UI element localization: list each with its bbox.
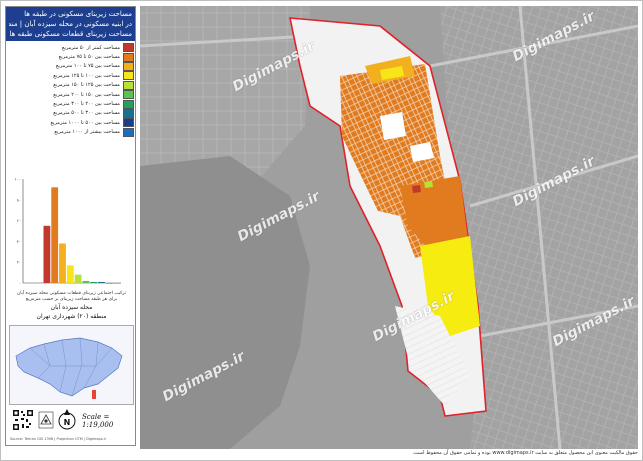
minimap-svg bbox=[15, 337, 123, 399]
legend-swatch bbox=[123, 80, 134, 90]
neighborhood-marker bbox=[92, 390, 96, 399]
legend-label: مساحت کمتر از ۵۰ مترمربع bbox=[61, 44, 120, 51]
scale-label: Scale = 1:19,000 bbox=[82, 413, 114, 429]
legend-item: مساحت کمتر از ۵۰ مترمربع bbox=[9, 43, 134, 53]
legend-swatch bbox=[123, 108, 134, 118]
legend-title: مساحت زیربنای قطعات مسکونی طبقه ها bbox=[9, 30, 132, 38]
svg-text:N: N bbox=[64, 418, 71, 427]
legend-swatch bbox=[123, 52, 134, 62]
bar-chart-svg: ۱۰۰ ۸۰ ۶۰ ۴۰ ۲۰ ۰ bbox=[15, 177, 121, 286]
legend-item: مساحت بین ۵۰۰ تا ۱۰۰۰ مترمربع bbox=[9, 118, 134, 128]
chart-bar bbox=[66, 265, 74, 283]
legend: مساحت کمتر از ۵۰ مترمربع مساحت بین ۵۰ تا … bbox=[9, 43, 134, 137]
panel-title-line2: در ابنیه مسکونی در محله سیزده آبان | منط… bbox=[9, 20, 132, 28]
digimaps-logo-icon bbox=[38, 411, 54, 429]
legend-item: مساحت بین ۱۲۵ تا ۱۵۰ مترمربع bbox=[9, 80, 134, 90]
map-area[interactable]: Digimaps.ir Digimaps.ir Digimaps.ir Digi… bbox=[139, 5, 639, 450]
chart-bar bbox=[59, 243, 66, 283]
legend-swatch bbox=[123, 118, 134, 128]
chart-bar bbox=[74, 274, 82, 283]
legend-item: مساحت بین ۷۵ تا ۱۰۰ مترمربع bbox=[9, 61, 134, 71]
legend-swatch bbox=[123, 43, 134, 53]
legend-swatch bbox=[123, 61, 134, 71]
legend-item: مساحت بین ۳۰۰ تا ۵۰۰ مترمربع bbox=[9, 108, 134, 118]
legend-label: مساحت بین ۱۲۵ تا ۱۵۰ مترمربع bbox=[53, 82, 120, 89]
y-tick-label: ۲۰ bbox=[17, 260, 21, 265]
legend-item: مساحت بین ۱۰۰ تا ۱۲۵ مترمربع bbox=[9, 71, 134, 81]
parcels-small-red bbox=[412, 185, 421, 193]
qr-code-icon bbox=[12, 409, 34, 431]
legend-item: مساحت بین ۱۵۰ تا ۲۰۰ مترمربع bbox=[9, 90, 134, 100]
legend-label: مساحت بین ۵۰۰ تا ۱۰۰۰ مترمربع bbox=[50, 119, 121, 126]
legend-label: مساحت بیشتر از ۱۰۰۰ مترمربع bbox=[54, 129, 120, 136]
chart-bar bbox=[51, 187, 59, 283]
legend-label: مساحت بین ۵۰ تا ۷۵ مترمربع bbox=[58, 54, 120, 61]
map-svg bbox=[139, 5, 639, 450]
legend-label: مساحت بین ۷۵ تا ۱۰۰ مترمربع bbox=[55, 63, 120, 70]
panel-title-line1: مساحت زیربنای مسکونی در طبقه ها bbox=[24, 10, 132, 18]
y-tick-label: ۰ bbox=[19, 281, 21, 286]
chart-bar bbox=[98, 281, 105, 283]
neighborhood-name: محله سیزده آبان bbox=[50, 304, 93, 311]
legend-item: مساحت بین ۵۰ تا ۷۵ مترمربع bbox=[9, 52, 134, 62]
y-tick-label: ۶۰ bbox=[17, 218, 21, 223]
legend-swatch bbox=[123, 90, 134, 100]
north-arrow-icon: N bbox=[58, 409, 76, 430]
legend-item: مساحت بیشتر از ۱۰۰۰ مترمربع bbox=[9, 127, 134, 137]
legend-panel: مساحت زیربنای مسکونی در طبقه ها در ابنیه… bbox=[5, 6, 136, 446]
parcels-small-lime bbox=[424, 181, 433, 188]
y-tick-label: ۴۰ bbox=[17, 239, 21, 244]
legend-swatch bbox=[123, 127, 134, 137]
chart-bar bbox=[82, 280, 90, 283]
legend-label: مساحت بین ۱۰۰ تا ۱۲۵ مترمربع bbox=[53, 72, 120, 79]
bar-chart: ۱۰۰ ۸۰ ۶۰ ۴۰ ۲۰ ۰ bbox=[9, 173, 134, 293]
legend-label: مساحت بین ۲۰۰ تا ۳۰۰ مترمربع bbox=[53, 101, 120, 108]
legend-swatch bbox=[123, 71, 134, 81]
locator-minimap bbox=[9, 325, 134, 405]
y-tick-label: ۸۰ bbox=[17, 197, 21, 202]
legend-label: مساحت بین ۱۵۰ تا ۲۰۰ مترمربع bbox=[53, 91, 120, 98]
tehran-outline bbox=[15, 337, 123, 397]
district-name: منطقه (۲۰) شهرداری تهران bbox=[36, 313, 107, 320]
legend-item: مساحت بین ۲۰۰ تا ۳۰۰ مترمربع bbox=[9, 99, 134, 109]
chart-bar bbox=[90, 281, 98, 283]
y-tick-label: ۱۰۰ bbox=[15, 177, 21, 182]
copyright-footer: حقوق مالکیت معنوی این محصول متعلق به سای… bbox=[412, 450, 638, 456]
chart-bar bbox=[43, 225, 51, 283]
chart-caption: ترکیب اجتماعی زیربنای قطعات مسکونی محله … bbox=[9, 291, 134, 303]
neighborhood-label: محله سیزده آبان منطقه (۲۰) شهرداری تهران bbox=[9, 303, 134, 321]
panel-title: مساحت زیربنای مسکونی در طبقه ها در ابنیه… bbox=[6, 7, 135, 41]
legend-label: مساحت بین ۳۰۰ تا ۵۰۰ مترمربع bbox=[53, 110, 120, 117]
credit-text: Source: Tehran GIS 1396 | Projection UTM… bbox=[10, 437, 107, 441]
legend-swatch bbox=[123, 99, 134, 109]
